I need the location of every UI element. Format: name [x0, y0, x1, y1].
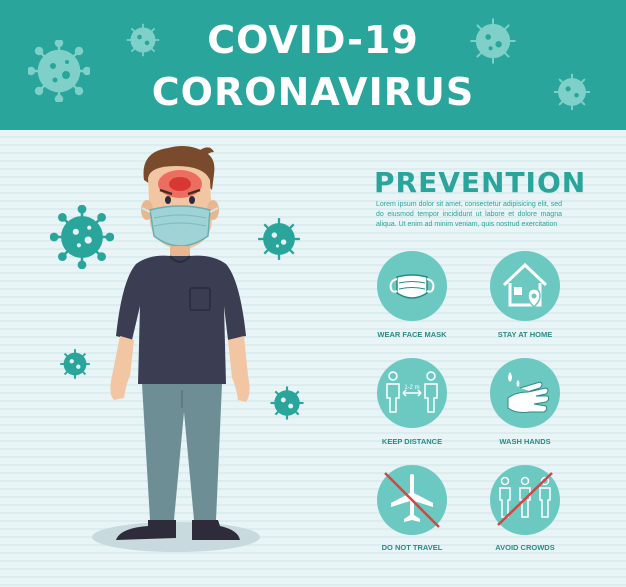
tip-keep-distance: 1-2 m: [377, 358, 447, 428]
page-title: COVID-19: [207, 18, 419, 62]
tip-stay-home: [490, 251, 560, 321]
no-crowd-icon: [497, 472, 553, 526]
house-icon: [502, 262, 548, 309]
tip-label: STAY AT HOME: [497, 330, 553, 339]
tip-label: KEEP DISTANCE: [381, 437, 443, 446]
tip-label: WEAR FACE MASK: [377, 330, 447, 339]
sick-person-illustration: [110, 146, 250, 540]
wash-hands-icon: [507, 372, 550, 413]
tip-label: DO NOT TRAVEL: [381, 543, 443, 552]
no-airplane-icon: [384, 472, 440, 528]
tip-no-travel: [377, 465, 447, 535]
prevention-heading: PREVENTION: [374, 166, 587, 199]
tip-label: WASH HANDS: [499, 437, 551, 446]
face-mask-icon: [389, 274, 435, 299]
distance-icon: 1-2 m: [386, 371, 438, 413]
virus-icon: [60, 349, 90, 379]
header-banner: COVID-19 CORONAVIRUS: [0, 0, 626, 130]
tip-wash-hands: [490, 358, 560, 428]
page-subtitle: CORONAVIRUS: [151, 70, 475, 114]
tip-label: AVOID CROWDS: [495, 543, 555, 552]
virus-icon: [258, 218, 300, 260]
distance-text: 1-2 m: [404, 385, 419, 391]
prevention-description: Lorem ipsum dolor sit amet, consectetur …: [376, 201, 562, 228]
virus-icon: [270, 386, 304, 420]
tip-avoid-crowds: [490, 465, 560, 535]
tip-face-mask: [377, 251, 447, 321]
